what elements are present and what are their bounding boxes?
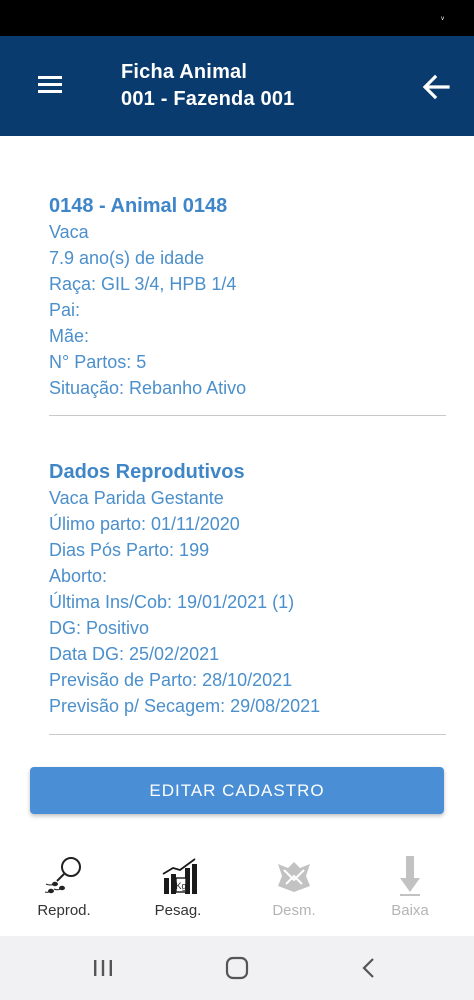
section-divider xyxy=(49,415,446,416)
home-icon xyxy=(225,956,249,980)
reproductive-heading: Dados Reprodutivos xyxy=(49,461,245,483)
nav-label: Reprod. xyxy=(37,902,91,919)
back-button[interactable] xyxy=(418,69,454,105)
animal-info-line: Raça: GIL 3/4, HPB 1/4 xyxy=(49,274,237,294)
animal-info-line: N° Partos: 5 xyxy=(49,352,147,372)
app-header: Ficha Animal 001 - Fazenda 001 xyxy=(0,36,474,136)
reproductive-info-line: Vaca Parida Gestante xyxy=(49,488,224,508)
page-title: Ficha Animal xyxy=(121,61,248,83)
reproductive-info-line: Previsão p/ Secagem: 29/08/2021 xyxy=(49,696,321,716)
recents-button[interactable] xyxy=(88,956,118,980)
svg-text:Kg: Kg xyxy=(175,881,186,891)
animal-info-line: Mãe: xyxy=(49,326,90,346)
nav-label: Baixa xyxy=(391,902,429,919)
home-button[interactable] xyxy=(222,956,252,980)
hamburger-menu-icon xyxy=(38,76,62,93)
reproductive-info-line: Previsão de Parto: 28/10/2021 xyxy=(49,670,293,690)
animal-info-line: Vaca xyxy=(49,222,89,242)
reproductive-info-line: Dias Pós Parto: 199 xyxy=(49,540,210,560)
nav-item-weaning[interactable]: Desm. xyxy=(249,856,339,932)
system-navigation-bar xyxy=(0,936,474,1000)
reproductive-info-line: DG: Positivo xyxy=(49,618,150,638)
system-back-button[interactable] xyxy=(354,956,384,980)
reproductive-info-line: Aborto: xyxy=(49,566,108,586)
section-divider xyxy=(49,734,446,735)
reproductive-data-section: Dados Reprodutivos Vaca Parida Gestante … xyxy=(49,459,449,719)
reproductive-info-line: Última Ins/Cob: 19/01/2021 (1) xyxy=(49,592,295,612)
animal-info-section: 0148 - Animal 0148 Vaca 7.9 ano(s) de id… xyxy=(49,193,449,401)
arrow-down-icon xyxy=(400,856,420,896)
menu-button[interactable] xyxy=(30,71,70,101)
nav-item-weighing[interactable]: Kg Pesag. xyxy=(133,856,223,932)
animal-info-line: Situação: Rebanho Ativo xyxy=(49,378,247,398)
reproductive-info-line: Úlimo parto: 01/11/2020 xyxy=(49,514,240,534)
status-indicator: ᵛ xyxy=(441,14,444,24)
weaning-icon xyxy=(278,862,310,892)
animal-info-line: 7.9 ano(s) de idade xyxy=(49,248,205,268)
nav-label: Pesag. xyxy=(154,902,202,919)
status-bar: ᵛ xyxy=(0,0,474,36)
reproductive-info-line: Data DG: 25/02/2021 xyxy=(49,644,220,664)
reproduction-icon xyxy=(44,857,81,894)
arrow-left-icon xyxy=(422,74,450,100)
bottom-navigation: Reprod. Kg Pesag. Desm. Baixa xyxy=(0,848,474,936)
weighing-scale-icon: Kg xyxy=(162,858,197,894)
nav-item-reproduction[interactable]: Reprod. xyxy=(19,856,109,932)
nav-item-baixa[interactable]: Baixa xyxy=(365,856,455,932)
back-chevron-icon xyxy=(362,958,374,978)
header-titles: Ficha Animal 001 - Fazenda 001 xyxy=(121,59,295,113)
edit-record-button[interactable]: EDITAR CADASTRO xyxy=(30,767,444,814)
recents-icon xyxy=(94,960,112,976)
animal-info-line: Pai: xyxy=(49,300,81,320)
animal-heading: 0148 - Animal 0148 xyxy=(49,195,228,217)
nav-label: Desm. xyxy=(272,902,316,919)
farm-subtitle: 001 - Fazenda 001 xyxy=(121,88,295,110)
